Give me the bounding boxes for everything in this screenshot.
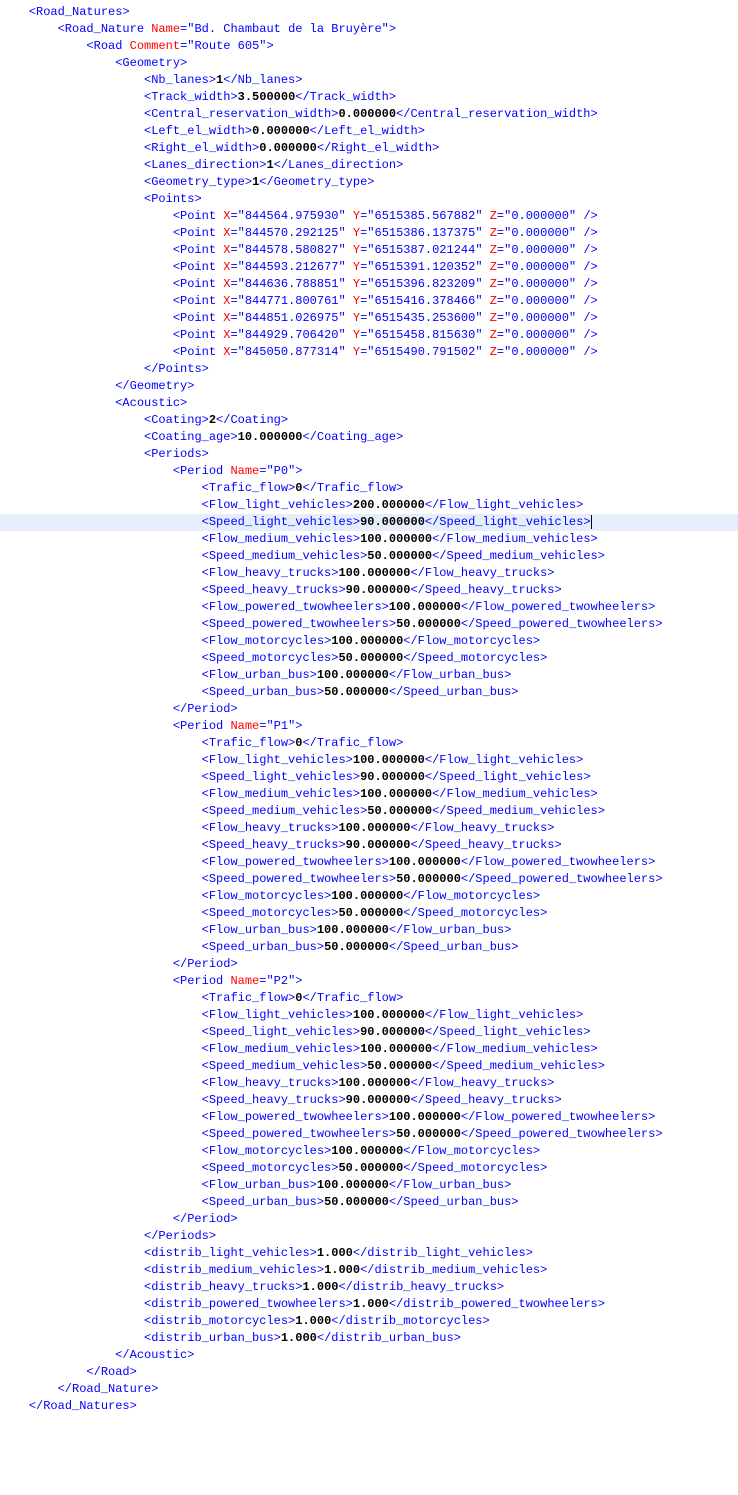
code-line[interactable]: <Flow_urban_bus>100.000000</Flow_urban_b… <box>0 922 738 939</box>
code-line[interactable]: <Period Name="P0"> <box>0 463 738 480</box>
code-line[interactable]: <Speed_motorcycles>50.000000</Speed_moto… <box>0 1160 738 1177</box>
code-line[interactable]: <Flow_heavy_trucks>100.000000</Flow_heav… <box>0 1075 738 1092</box>
code-line[interactable]: </Road_Natures> <box>0 1398 738 1415</box>
code-line[interactable]: <Speed_heavy_trucks>90.000000</Speed_hea… <box>0 1092 738 1109</box>
code-line[interactable]: <Coating>2</Coating> <box>0 412 738 429</box>
code-line[interactable]: <Road_Natures> <box>0 4 738 21</box>
code-line[interactable]: <Points> <box>0 191 738 208</box>
code-line[interactable]: <Flow_light_vehicles>100.000000</Flow_li… <box>0 752 738 769</box>
code-line[interactable]: <Speed_motorcycles>50.000000</Speed_moto… <box>0 905 738 922</box>
code-line[interactable]: <Road Comment="Route 605"> <box>0 38 738 55</box>
code-line[interactable]: <Trafic_flow>0</Trafic_flow> <box>0 735 738 752</box>
code-line[interactable]: <Flow_powered_twowheelers>100.000000</Fl… <box>0 854 738 871</box>
code-line[interactable]: <Track_width>3.500000</Track_width> <box>0 89 738 106</box>
code-line[interactable]: </Acoustic> <box>0 1347 738 1364</box>
code-line[interactable]: <Speed_powered_twowheelers>50.000000</Sp… <box>0 1126 738 1143</box>
code-line[interactable]: <Trafic_flow>0</Trafic_flow> <box>0 990 738 1007</box>
code-line[interactable]: <Left_el_width>0.000000</Left_el_width> <box>0 123 738 140</box>
code-line[interactable]: <Point X="844771.800761" Y="6515416.3784… <box>0 293 738 310</box>
code-line[interactable]: </Period> <box>0 956 738 973</box>
code-line[interactable]: <Speed_urban_bus>50.000000</Speed_urban_… <box>0 939 738 956</box>
code-line[interactable]: </Periods> <box>0 1228 738 1245</box>
code-line[interactable]: <Period Name="P1"> <box>0 718 738 735</box>
code-line[interactable]: <Flow_heavy_trucks>100.000000</Flow_heav… <box>0 820 738 837</box>
code-line[interactable]: <Road_Nature Name="Bd. Chambaut de la Br… <box>0 21 738 38</box>
code-line[interactable]: <Speed_powered_twowheelers>50.000000</Sp… <box>0 871 738 888</box>
code-line[interactable]: <Flow_medium_vehicles>100.000000</Flow_m… <box>0 786 738 803</box>
code-line[interactable]: <Flow_motorcycles>100.000000</Flow_motor… <box>0 888 738 905</box>
code-line[interactable]: <Flow_light_vehicles>200.000000</Flow_li… <box>0 497 738 514</box>
code-line[interactable]: <Speed_heavy_trucks>90.000000</Speed_hea… <box>0 582 738 599</box>
code-line[interactable]: <Flow_motorcycles>100.000000</Flow_motor… <box>0 1143 738 1160</box>
code-line[interactable]: </Points> <box>0 361 738 378</box>
xml-code-block[interactable]: <Road_Natures> <Road_Nature Name="Bd. Ch… <box>0 0 738 1419</box>
code-line[interactable]: <Speed_powered_twowheelers>50.000000</Sp… <box>0 616 738 633</box>
code-line[interactable]: <distrib_heavy_trucks>1.000</distrib_hea… <box>0 1279 738 1296</box>
code-line[interactable]: <distrib_motorcycles>1.000</distrib_moto… <box>0 1313 738 1330</box>
code-line[interactable]: <Flow_medium_vehicles>100.000000</Flow_m… <box>0 1041 738 1058</box>
code-line[interactable]: <Flow_motorcycles>100.000000</Flow_motor… <box>0 633 738 650</box>
code-line[interactable]: <Geometry> <box>0 55 738 72</box>
code-line[interactable]: </Geometry> <box>0 378 738 395</box>
code-line[interactable]: <Speed_medium_vehicles>50.000000</Speed_… <box>0 803 738 820</box>
code-line[interactable]: <Point X="844570.292125" Y="6515386.1373… <box>0 225 738 242</box>
code-line[interactable]: <Central_reservation_width>0.000000</Cen… <box>0 106 738 123</box>
code-line[interactable]: <Point X="844564.975930" Y="6515385.5678… <box>0 208 738 225</box>
code-line[interactable]: </Road> <box>0 1364 738 1381</box>
code-line[interactable]: <Speed_urban_bus>50.000000</Speed_urban_… <box>0 1194 738 1211</box>
code-line[interactable]: <Speed_medium_vehicles>50.000000</Speed_… <box>0 548 738 565</box>
code-line[interactable]: <Geometry_type>1</Geometry_type> <box>0 174 738 191</box>
code-line[interactable]: <Point X="844578.580827" Y="6515387.0212… <box>0 242 738 259</box>
code-line[interactable]: <Coating_age>10.000000</Coating_age> <box>0 429 738 446</box>
code-line[interactable]: <Point X="844851.026975" Y="6515435.2536… <box>0 310 738 327</box>
code-line[interactable]: <Point X="845050.877314" Y="6515490.7915… <box>0 344 738 361</box>
code-line[interactable]: <Flow_urban_bus>100.000000</Flow_urban_b… <box>0 1177 738 1194</box>
code-line[interactable]: <Flow_urban_bus>100.000000</Flow_urban_b… <box>0 667 738 684</box>
code-line[interactable]: <distrib_light_vehicles>1.000</distrib_l… <box>0 1245 738 1262</box>
code-line[interactable]: <Flow_powered_twowheelers>100.000000</Fl… <box>0 599 738 616</box>
code-line[interactable]: <distrib_medium_vehicles>1.000</distrib_… <box>0 1262 738 1279</box>
code-line[interactable]: <Flow_heavy_trucks>100.000000</Flow_heav… <box>0 565 738 582</box>
code-line[interactable]: <Point X="844636.788851" Y="6515396.8232… <box>0 276 738 293</box>
code-line[interactable]: <Speed_medium_vehicles>50.000000</Speed_… <box>0 1058 738 1075</box>
code-line[interactable]: <Speed_motorcycles>50.000000</Speed_moto… <box>0 650 738 667</box>
code-line[interactable]: <Periods> <box>0 446 738 463</box>
code-line[interactable]: <Speed_urban_bus>50.000000</Speed_urban_… <box>0 684 738 701</box>
code-line[interactable]: <Speed_light_vehicles>90.000000</Speed_l… <box>0 769 738 786</box>
code-line[interactable]: <distrib_powered_twowheelers>1.000</dist… <box>0 1296 738 1313</box>
code-line[interactable]: <Flow_medium_vehicles>100.000000</Flow_m… <box>0 531 738 548</box>
code-line[interactable]: <Point X="844593.212677" Y="6515391.1203… <box>0 259 738 276</box>
code-line[interactable]: <Trafic_flow>0</Trafic_flow> <box>0 480 738 497</box>
code-line[interactable]: <Acoustic> <box>0 395 738 412</box>
code-line[interactable]: <Speed_light_vehicles>90.000000</Speed_l… <box>0 514 738 531</box>
code-line[interactable]: <Speed_light_vehicles>90.000000</Speed_l… <box>0 1024 738 1041</box>
code-line[interactable]: <Lanes_direction>1</Lanes_direction> <box>0 157 738 174</box>
code-line[interactable]: <distrib_urban_bus>1.000</distrib_urban_… <box>0 1330 738 1347</box>
code-line[interactable]: </Period> <box>0 1211 738 1228</box>
code-line[interactable]: <Nb_lanes>1</Nb_lanes> <box>0 72 738 89</box>
code-line[interactable]: <Point X="844929.706420" Y="6515458.8156… <box>0 327 738 344</box>
code-line[interactable]: <Speed_heavy_trucks>90.000000</Speed_hea… <box>0 837 738 854</box>
code-line[interactable]: </Road_Nature> <box>0 1381 738 1398</box>
code-line[interactable]: <Right_el_width>0.000000</Right_el_width… <box>0 140 738 157</box>
code-line[interactable]: </Period> <box>0 701 738 718</box>
code-line[interactable]: <Flow_powered_twowheelers>100.000000</Fl… <box>0 1109 738 1126</box>
code-line[interactable]: <Flow_light_vehicles>100.000000</Flow_li… <box>0 1007 738 1024</box>
code-line[interactable]: <Period Name="P2"> <box>0 973 738 990</box>
